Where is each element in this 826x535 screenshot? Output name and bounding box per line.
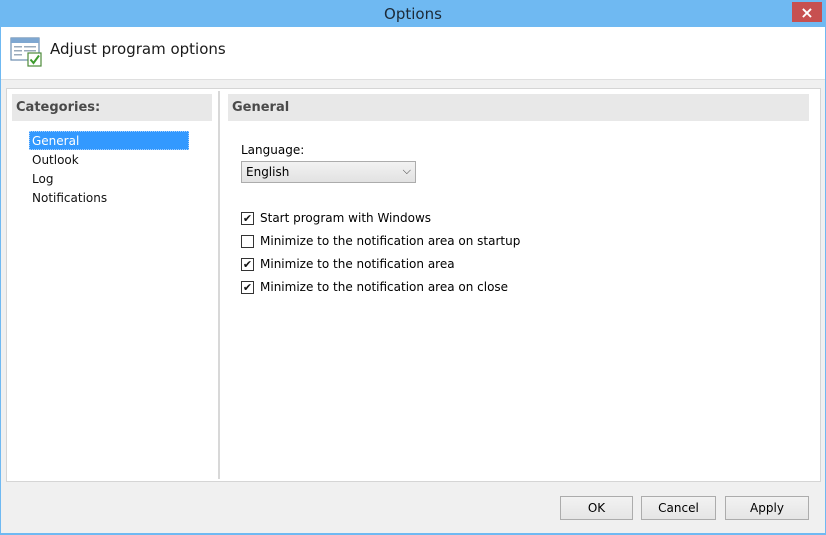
close-button[interactable]: ×: [792, 2, 822, 22]
checkbox-box[interactable]: ✔: [241, 280, 254, 294]
checkbox-box[interactable]: ✔: [241, 211, 254, 225]
cancel-button[interactable]: Cancel: [641, 496, 716, 520]
category-notifications[interactable]: Notifications: [29, 188, 189, 207]
category-general[interactable]: General: [29, 131, 189, 150]
category-outlook[interactable]: Outlook: [29, 150, 189, 169]
checkbox-box[interactable]: ✔: [241, 257, 254, 271]
language-value: English: [246, 165, 290, 179]
options-window-icon: [10, 37, 42, 67]
options-panel: Categories: General Outlook Log Notifica…: [6, 88, 821, 482]
chevron-down-icon: ⌵: [402, 164, 411, 177]
general-heading: General: [228, 94, 809, 121]
language-label: Language:: [241, 143, 305, 157]
dialog-heading: Adjust program options: [50, 40, 226, 58]
language-select[interactable]: English ⌵: [241, 161, 416, 183]
title-bar: Options ×: [0, 0, 826, 27]
close-icon: ×: [800, 2, 814, 22]
categories-pane: Categories: General Outlook Log Notifica…: [7, 89, 218, 481]
checkbox-label: Minimize to the notification area on clo…: [260, 280, 509, 294]
checkbox-minimize-on-startup[interactable]: Minimize to the notification area on sta…: [241, 232, 520, 250]
checkbox-minimize-on-close[interactable]: ✔ Minimize to the notification area on c…: [241, 278, 508, 296]
ok-button[interactable]: OK: [560, 496, 633, 520]
checkbox-start-with-windows[interactable]: ✔ Start program with Windows: [241, 209, 431, 227]
categories-heading: Categories:: [12, 94, 212, 121]
checkbox-label: Minimize to the notification area: [260, 257, 455, 271]
window-title: Options: [384, 5, 442, 23]
checkbox-box[interactable]: [241, 234, 254, 248]
checkbox-label: Start program with Windows: [260, 211, 432, 225]
general-settings-pane: General Language: English ⌵ ✔ Start prog…: [220, 89, 820, 481]
dialog-header: Adjust program options: [1, 27, 825, 80]
categories-list: General Outlook Log Notifications: [29, 131, 189, 207]
category-log[interactable]: Log: [29, 169, 189, 188]
checkbox-minimize-to-tray[interactable]: ✔ Minimize to the notification area: [241, 255, 455, 273]
dialog-client-area: Adjust program options Categories: Gener…: [1, 27, 825, 533]
checkbox-label: Minimize to the notification area on sta…: [260, 234, 521, 248]
apply-button[interactable]: Apply: [725, 496, 809, 520]
